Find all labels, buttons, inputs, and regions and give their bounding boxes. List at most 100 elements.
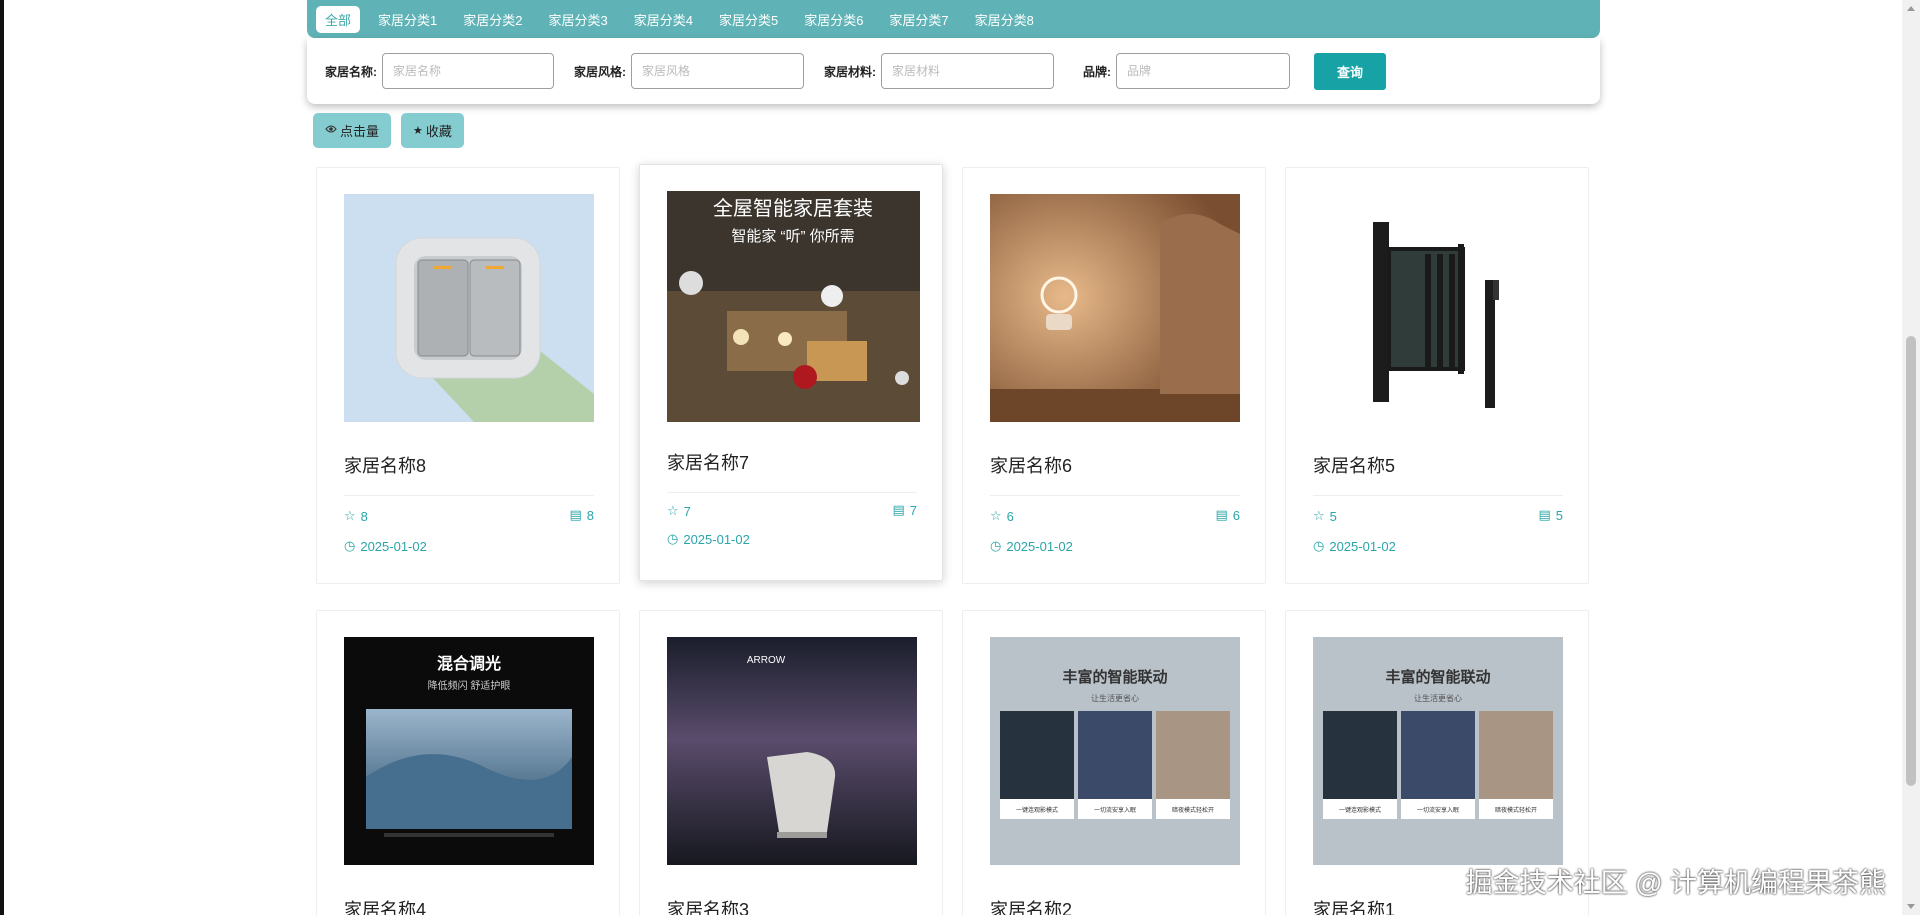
eye-icon bbox=[325, 124, 337, 137]
sort-clicks-label: 点击量 bbox=[340, 124, 380, 139]
clock-icon: ◷ bbox=[667, 531, 679, 546]
svg-text:一键连观影模式: 一键连观影模式 bbox=[1339, 806, 1381, 814]
svg-text:暗夜模式轻松开: 暗夜模式轻松开 bbox=[1172, 806, 1214, 814]
image-headline: 丰富的智能联动 bbox=[1062, 668, 1167, 686]
image-subline: 降低频闪 舒适护眼 bbox=[428, 679, 511, 692]
name-field: 家居名称: bbox=[325, 53, 554, 89]
scroll-up-arrow-icon[interactable] bbox=[1907, 6, 1915, 11]
star-outline-icon: ☆ bbox=[990, 508, 1002, 523]
product-name[interactable]: 家居名称5 bbox=[1313, 452, 1395, 478]
publish-date: ◷ 2025-01-02 bbox=[990, 538, 1073, 554]
window-edge bbox=[0, 0, 4, 915]
like-count: ☆ 6 bbox=[990, 508, 1014, 524]
vertical-scrollbar[interactable] bbox=[1902, 0, 1920, 915]
product-card[interactable]: 混合调光 降低频闪 舒适护眼 家居名称4 bbox=[316, 610, 620, 915]
product-image-smart-toilet[interactable]: ARROW bbox=[667, 637, 917, 865]
style-input[interactable] bbox=[631, 53, 804, 89]
document-icon: ▤ bbox=[1538, 507, 1551, 522]
product-card[interactable]: 丰富的智能联动 让生活更省心 一键连观影模式 一切流安享入眠 暗夜模式轻松开 家… bbox=[962, 610, 1266, 915]
like-count: ☆ 8 bbox=[344, 508, 368, 524]
svg-text:一键连观影模式: 一键连观影模式 bbox=[1016, 806, 1058, 814]
image-headline: 全屋智能家居套装 bbox=[713, 197, 873, 220]
category-tab-1[interactable]: 家居分类1 bbox=[378, 7, 437, 32]
product-name[interactable]: 家居名称3 bbox=[667, 896, 749, 915]
product-image-smart-linkage[interactable]: 丰富的智能联动 让生活更省心 一键连观影模式 一切流安享入眠 暗夜模式轻松开 bbox=[990, 637, 1240, 865]
image-subline: 让生活更省心 bbox=[1091, 693, 1139, 703]
sort-by-clicks-button[interactable]: 点击量 bbox=[313, 113, 392, 148]
category-tab-6[interactable]: 家居分类6 bbox=[804, 7, 863, 32]
publish-date: ◷ 2025-01-02 bbox=[1313, 538, 1396, 554]
name-label: 家居名称: bbox=[325, 64, 377, 79]
product-name[interactable]: 家居名称7 bbox=[667, 449, 749, 475]
style-field: 家居风格: bbox=[574, 53, 804, 89]
name-input[interactable] bbox=[382, 53, 554, 89]
product-image-light-switch[interactable] bbox=[344, 194, 594, 422]
category-tab-8[interactable]: 家居分类8 bbox=[975, 7, 1034, 32]
product-card[interactable]: 全屋智能家居套装 智能家 “听” 你所需 家居名称7 ☆ 7 ▤ 7 ◷ 2025-0… bbox=[639, 164, 943, 581]
like-count: ☆ 7 bbox=[667, 503, 691, 519]
sort-favorites-label: 收藏 bbox=[425, 124, 452, 139]
comment-count: ▤ 6 bbox=[1215, 507, 1240, 523]
image-headline: ARROW bbox=[747, 655, 786, 666]
category-tab-4[interactable]: 家居分类4 bbox=[634, 7, 693, 32]
image-subline: 智能家 “听” 你所需 bbox=[731, 227, 854, 245]
page: 全部 家居分类1 家居分类2 家居分类3 家居分类4 家居分类5 家居分类6 家… bbox=[0, 0, 1920, 915]
clock-icon: ◷ bbox=[1313, 538, 1325, 553]
product-name[interactable]: 家居名称1 bbox=[1313, 896, 1395, 915]
clock-icon: ◷ bbox=[344, 538, 356, 553]
clock-icon: ◷ bbox=[990, 538, 1002, 553]
product-name[interactable]: 家居名称4 bbox=[344, 896, 426, 915]
publish-date: ◷ 2025-01-02 bbox=[344, 538, 427, 554]
product-image-night-light[interactable] bbox=[990, 194, 1240, 422]
card-divider bbox=[667, 492, 917, 493]
category-tab-3[interactable]: 家居分类3 bbox=[548, 7, 607, 32]
material-input[interactable] bbox=[881, 53, 1054, 89]
star-outline-icon: ☆ bbox=[667, 503, 679, 518]
card-divider bbox=[1313, 495, 1563, 496]
sort-by-favorites-button[interactable]: ★ 收藏 bbox=[401, 113, 464, 148]
document-icon: ▤ bbox=[1215, 507, 1228, 522]
search-panel: 家居名称: 家居风格: 家居材料: 品牌: 查询 bbox=[307, 38, 1600, 104]
product-card[interactable]: ARROW 家居名称3 bbox=[639, 610, 943, 915]
svg-text:一切流安享入眠: 一切流安享入眠 bbox=[1417, 806, 1459, 814]
category-tab-all[interactable]: 全部 bbox=[316, 5, 361, 33]
star-outline-icon: ☆ bbox=[1313, 508, 1325, 523]
watermark: 掘金技术社区 @ 计算机编程果茶熊 bbox=[1465, 868, 1886, 898]
product-image-smart-home[interactable]: 全屋智能家居套装 智能家 “听” 你所需 bbox=[667, 191, 920, 422]
product-image-smart-linkage[interactable]: 丰富的智能联动 让生活更省心 一键连观影模式 一切流安享入眠 暗夜模式轻松开 bbox=[1313, 637, 1563, 865]
category-tab-7[interactable]: 家居分类7 bbox=[889, 7, 948, 32]
sort-row: 点击量 ★ 收藏 bbox=[313, 113, 474, 148]
brand-input[interactable] bbox=[1116, 53, 1290, 89]
document-icon: ▤ bbox=[892, 502, 905, 517]
material-label: 家居材料: bbox=[824, 64, 876, 79]
product-image-monitor-light[interactable]: 混合调光 降低频闪 舒适护眼 bbox=[344, 637, 594, 865]
scrollbar-thumb[interactable] bbox=[1906, 336, 1916, 786]
style-label: 家居风格: bbox=[574, 64, 626, 79]
comment-count: ▤ 8 bbox=[569, 507, 594, 523]
scroll-down-arrow-icon[interactable] bbox=[1907, 904, 1915, 909]
brand-label: 品牌: bbox=[1083, 64, 1111, 79]
brand-field: 品牌: bbox=[1083, 53, 1290, 89]
card-divider bbox=[344, 495, 594, 496]
product-name[interactable]: 家居名称8 bbox=[344, 452, 426, 478]
product-name[interactable]: 家居名称6 bbox=[990, 452, 1072, 478]
publish-date: ◷ 2025-01-02 bbox=[667, 531, 750, 547]
product-card[interactable]: 家居名称5 ☆ 5 ▤ 5 ◷ 2025-01-02 bbox=[1285, 167, 1589, 584]
image-headline: 丰富的智能联动 bbox=[1385, 668, 1490, 686]
star-outline-icon: ☆ bbox=[344, 508, 356, 523]
svg-text:暗夜模式轻松开: 暗夜模式轻松开 bbox=[1495, 806, 1537, 814]
image-headline: 混合调光 bbox=[437, 654, 501, 673]
material-field: 家居材料: bbox=[824, 53, 1054, 89]
product-card[interactable]: 家居名称6 ☆ 6 ▤ 6 ◷ 2025-01-02 bbox=[962, 167, 1266, 584]
star-icon: ★ bbox=[413, 125, 423, 137]
document-icon: ▤ bbox=[569, 507, 582, 522]
category-tab-5[interactable]: 家居分类5 bbox=[719, 7, 778, 32]
comment-count: ▤ 7 bbox=[892, 502, 917, 518]
like-count: ☆ 5 bbox=[1313, 508, 1337, 524]
product-card[interactable]: 家居名称8 ☆ 8 ▤ 8 ◷ 2025-01-02 bbox=[316, 167, 620, 584]
product-name[interactable]: 家居名称2 bbox=[990, 896, 1072, 915]
search-button[interactable]: 查询 bbox=[1314, 52, 1386, 90]
product-image-gate[interactable] bbox=[1313, 194, 1563, 422]
category-tab-2[interactable]: 家居分类2 bbox=[463, 7, 522, 32]
svg-text:一切流安享入眠: 一切流安享入眠 bbox=[1094, 806, 1136, 814]
